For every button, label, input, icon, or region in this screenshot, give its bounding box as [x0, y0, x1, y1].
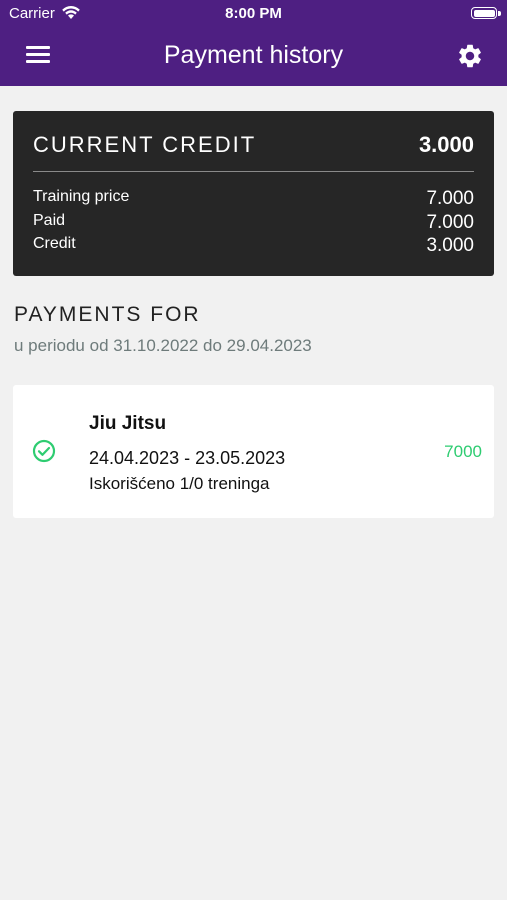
payment-amount: 7000 — [444, 442, 482, 461]
status-bar: Carrier 8:00 PM — [0, 0, 507, 28]
current-credit-value: 3.000 — [418, 132, 474, 157]
divider — [33, 171, 474, 172]
gear-icon[interactable] — [456, 42, 484, 70]
payment-dates: 24.04.2023 - 23.05.2023 — [89, 448, 286, 468]
current-credit-label: CURRENT CREDIT — [33, 132, 257, 157]
status-time: 8:00 PM — [225, 5, 282, 22]
training-price-value: 7.000 — [426, 188, 474, 209]
page-title: Payment history — [163, 41, 344, 69]
payment-usage: Iskorišćeno 1/0 treninga — [89, 474, 270, 493]
payments-period: u periodu od 31.10.2022 do 29.04.2023 — [14, 336, 312, 355]
current-credit-card: CURRENT CREDIT 3.000 Training price 7.00… — [13, 111, 494, 276]
paid-label: Paid — [33, 212, 66, 229]
app-header: Carrier 8:00 PM Payment history — [0, 0, 507, 86]
battery-icon — [471, 7, 497, 19]
payments-section-title: PAYMENTS FOR — [14, 303, 201, 326]
payment-item[interactable]: Jiu Jitsu 24.04.2023 - 23.05.2023 Iskori… — [13, 385, 494, 518]
paid-value: 7.000 — [426, 212, 474, 233]
credit-label: Credit — [33, 235, 76, 252]
credit-value: 3.000 — [426, 235, 474, 256]
check-circle-icon — [32, 439, 56, 463]
payment-title: Jiu Jitsu — [89, 413, 167, 434]
training-price-label: Training price — [33, 188, 130, 205]
